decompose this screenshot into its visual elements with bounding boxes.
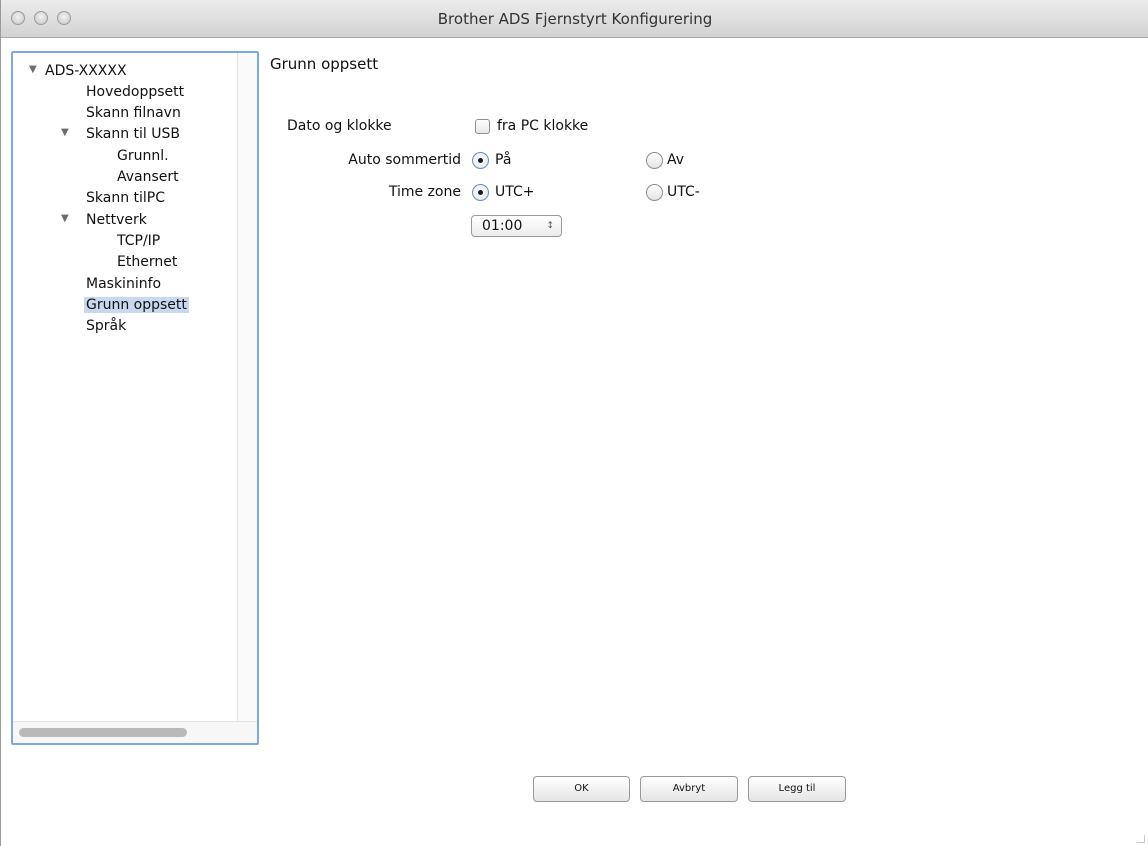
- tree-item-sprak[interactable]: Språk: [86, 317, 126, 335]
- tree-item-label: ADS-XXXXX: [45, 63, 127, 79]
- tree-item-grunnl[interactable]: Grunnl.: [117, 147, 169, 165]
- tree-item-skann-filnavn[interactable]: Skann filnavn: [86, 104, 181, 122]
- app-window: Brother ADS Fjernstyrt Konfigurering ▼ A…: [0, 0, 1148, 846]
- timezone-label: Time zone: [388, 184, 461, 200]
- from-pc-clock-label[interactable]: fra PC klokke: [497, 117, 588, 135]
- date-clock-label: Dato og klokke: [287, 118, 392, 134]
- disclosure-triangle-icon[interactable]: ▼: [29, 61, 37, 79]
- tree-item-label: Hovedoppsett: [86, 84, 185, 100]
- stepper-arrows-icon: ↕: [546, 221, 554, 231]
- scrollbar-thumb[interactable]: [19, 728, 187, 737]
- title-bar: Brother ADS Fjernstyrt Konfigurering: [1, 0, 1148, 38]
- ok-button[interactable]: OK: [533, 776, 630, 802]
- from-pc-clock-checkbox[interactable]: [475, 119, 490, 134]
- disclosure-triangle-icon[interactable]: ▼: [61, 124, 69, 142]
- tree-item-tcp-ip[interactable]: TCP/IP: [117, 232, 160, 250]
- dst-on-radio[interactable]: [472, 152, 489, 169]
- tree-item-label: Nettverk: [86, 212, 147, 228]
- resize-grip-icon[interactable]: [1137, 835, 1145, 843]
- tree-item-label: Skann filnavn: [86, 105, 181, 121]
- tree-item-ethernet[interactable]: Ethernet: [117, 253, 177, 271]
- utc-minus-label[interactable]: UTC-: [667, 183, 700, 201]
- utc-plus-radio[interactable]: [472, 184, 489, 201]
- window-title: Brother ADS Fjernstyrt Konfigurering: [437, 10, 713, 28]
- tree-item-label: Grunn oppsett: [84, 297, 189, 313]
- settings-tree[interactable]: ▼ ADS-XXXXX Hovedoppsett Skann filnavn ▼…: [11, 51, 259, 745]
- tree-vertical-scrollbar[interactable]: [237, 53, 257, 721]
- tree-item-grunn-oppsett[interactable]: Grunn oppsett: [84, 296, 189, 314]
- dst-label: Auto sommertid: [348, 152, 461, 168]
- tree-item-avansert[interactable]: Avansert: [117, 168, 179, 186]
- tree-item-skann-tilpc[interactable]: Skann tilPC: [86, 189, 165, 207]
- tree-item-label: Grunnl.: [117, 148, 169, 164]
- tree-item-maskininfo[interactable]: Maskininfo: [86, 275, 161, 293]
- tree-item-label: Språk: [86, 318, 127, 334]
- tree-item-label: Maskininfo: [86, 276, 162, 292]
- tree-item-label: Skann tilPC: [86, 190, 166, 206]
- section-title: Grunn oppsett: [270, 55, 379, 73]
- timezone-offset-select[interactable]: 01:00 ↕: [471, 215, 562, 237]
- dst-on-label[interactable]: På: [495, 151, 511, 169]
- tree-item-hovedoppsett[interactable]: Hovedoppsett: [86, 83, 184, 101]
- utc-plus-label[interactable]: UTC+: [495, 183, 534, 201]
- add-button[interactable]: Legg til: [748, 776, 846, 802]
- disclosure-triangle-icon[interactable]: ▼: [61, 210, 69, 228]
- dst-off-label[interactable]: Av: [667, 151, 684, 169]
- radio-selected-dot-icon: [478, 158, 483, 163]
- tree-horizontal-scrollbar[interactable]: [13, 721, 257, 743]
- cancel-button[interactable]: Avbryt: [640, 776, 738, 802]
- radio-selected-dot-icon: [478, 190, 483, 195]
- tree-item-label: TCP/IP: [117, 233, 161, 249]
- dst-off-radio[interactable]: [646, 152, 663, 169]
- timezone-offset-value: 01:00: [482, 218, 523, 234]
- tree-item-label: Ethernet: [117, 254, 178, 270]
- tree-item-label: Skann til USB: [86, 126, 180, 142]
- tree-item-label: Avansert: [117, 169, 179, 185]
- utc-minus-radio[interactable]: [646, 184, 663, 201]
